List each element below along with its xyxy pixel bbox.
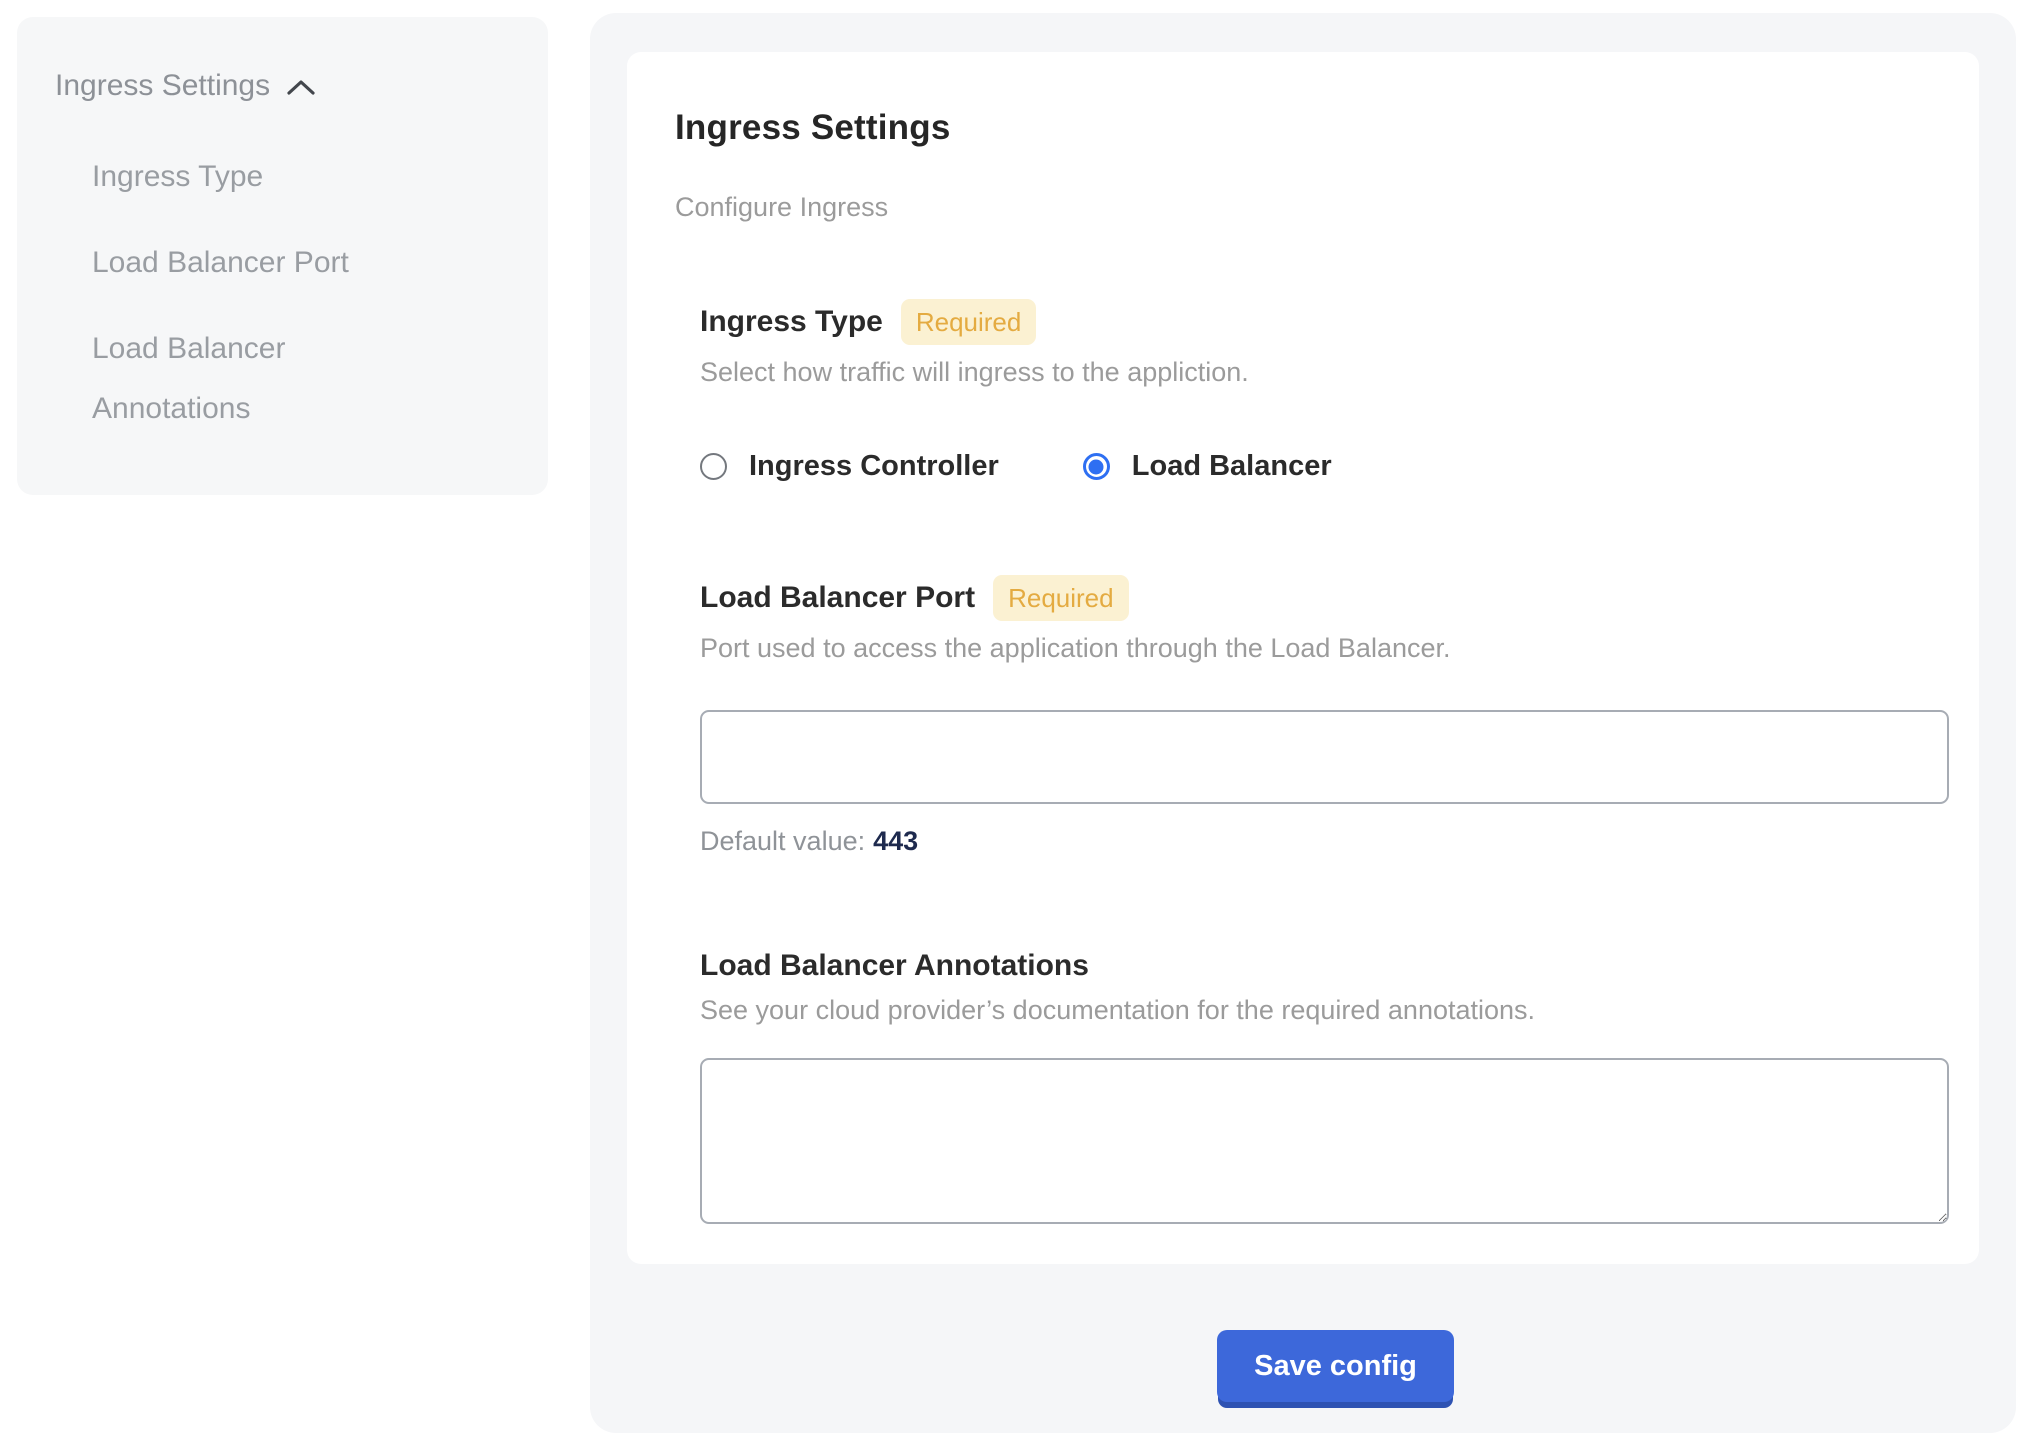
save-config-button[interactable]: Save config [1217,1330,1454,1402]
radio-selected-icon[interactable] [1083,453,1110,480]
field-load-balancer-port: Load Balancer Port Required Port used to… [700,575,1931,857]
page-subtitle: Configure Ingress [675,192,1931,223]
load-balancer-annotations-description: See your cloud provider’s documentation … [700,995,1931,1026]
radio-label-ingress-controller: Ingress Controller [749,450,999,483]
load-balancer-annotations-label: Load Balancer Annotations [700,949,1089,983]
page-title: Ingress Settings [675,108,1931,148]
default-value-label: Default value: [700,826,865,856]
ingress-type-options: Ingress Controller Load Balancer [700,450,1931,483]
load-balancer-port-description: Port used to access the application thro… [700,633,1931,664]
radio-label-load-balancer: Load Balancer [1132,450,1332,483]
default-value-number: 443 [873,826,918,856]
required-badge: Required [993,575,1129,621]
sidebar-item-load-balancer-annotations[interactable]: Load Balancer Annotations [92,319,422,439]
load-balancer-annotations-textarea[interactable] [700,1058,1949,1224]
ingress-settings-card: Ingress Settings Configure Ingress Ingre… [627,52,1979,1264]
sidebar-item-ingress-type[interactable]: Ingress Type [92,147,422,207]
ingress-type-description: Select how traffic will ingress to the a… [700,357,1931,388]
required-badge: Required [901,299,1037,345]
sidebar-item-list: Ingress Type Load Balancer Port Load Bal… [92,147,508,439]
radio-unselected-icon[interactable] [700,453,727,480]
field-ingress-type: Ingress Type Required Select how traffic… [700,299,1931,483]
ingress-type-label: Ingress Type [700,305,883,339]
sidebar-item-load-balancer-port[interactable]: Load Balancer Port [92,233,422,293]
sidebar-section-title: Ingress Settings [55,69,270,103]
settings-sidebar: Ingress Settings Ingress Type Load Balan… [17,17,548,495]
settings-panel: Ingress Settings Configure Ingress Ingre… [590,13,2016,1433]
sidebar-section-toggle[interactable]: Ingress Settings [55,69,508,103]
chevron-up-icon [286,78,316,98]
radio-option-load-balancer[interactable]: Load Balancer [1083,450,1332,483]
radio-option-ingress-controller[interactable]: Ingress Controller [700,450,999,483]
field-load-balancer-annotations: Load Balancer Annotations See your cloud… [700,949,1931,1224]
default-value-row: Default value: 443 [700,826,1931,857]
load-balancer-port-input[interactable] [700,710,1949,804]
load-balancer-port-label: Load Balancer Port [700,581,975,615]
